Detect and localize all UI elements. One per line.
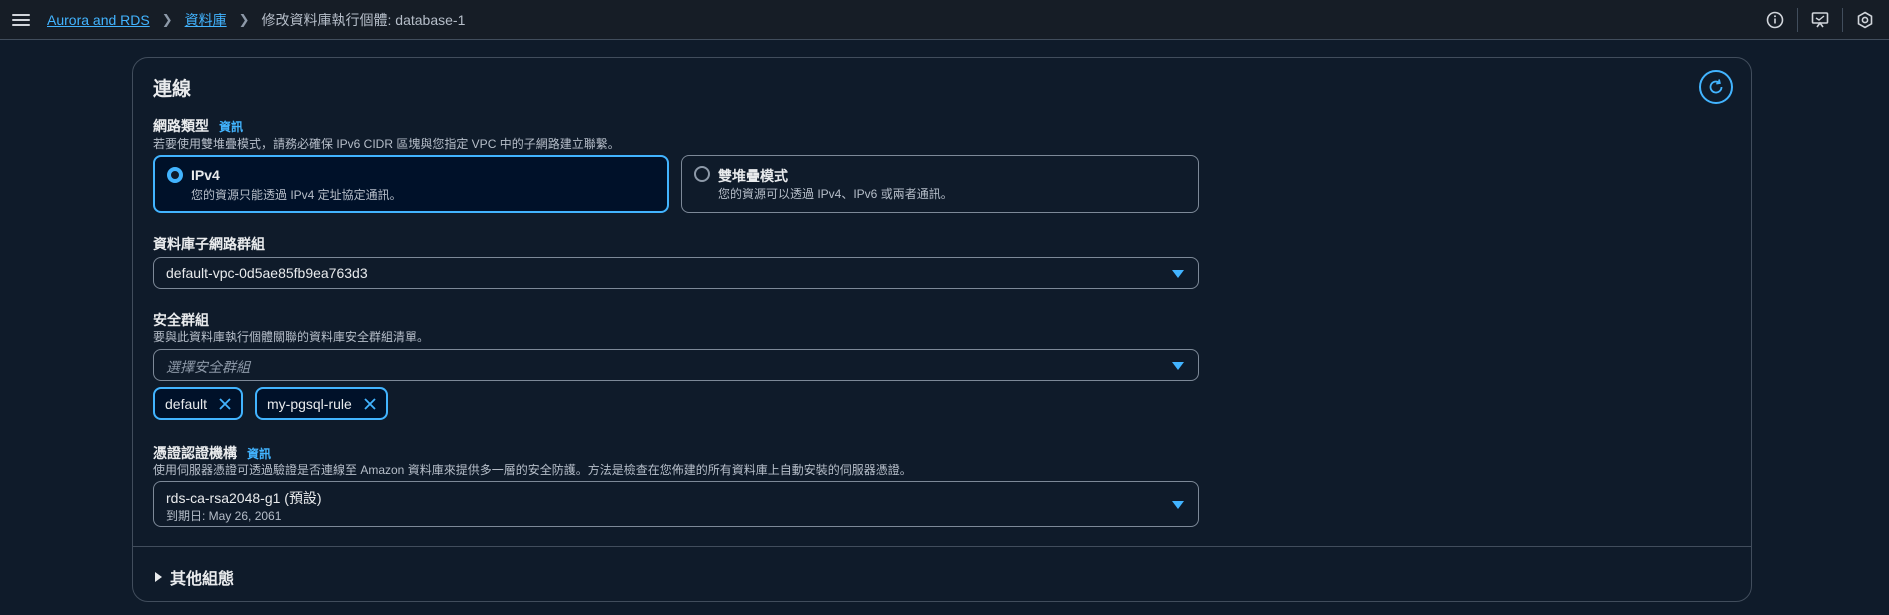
info-icon[interactable] <box>1765 10 1785 30</box>
settings-icon[interactable] <box>1855 10 1875 30</box>
security-group-description: 要與此資料庫執行個體關聯的資料庫安全群組清單。 <box>153 330 430 344</box>
top-navigation-bar: Aurora and RDS ❯ 資料庫 ❯ 修改資料庫執行個體: databa… <box>0 0 1889 40</box>
breadcrumb-aurora-rds[interactable]: Aurora and RDS <box>47 12 150 28</box>
divider <box>1797 8 1798 32</box>
caret-down-icon <box>1172 362 1184 370</box>
subnet-group-value: default-vpc-0d5ae85fb9ea763d3 <box>166 265 368 281</box>
divider <box>133 546 1751 547</box>
refresh-icon <box>1709 79 1723 94</box>
radio-ipv4-description: 您的資源只能透過 IPv4 定址協定通訊。 <box>191 188 402 202</box>
additional-configuration-expander[interactable]: 其他組態 <box>155 565 234 589</box>
certificate-value: rds-ca-rsa2048-g1 (預設) <box>166 490 322 506</box>
network-type-label-text: 網路類型 <box>153 118 209 134</box>
security-group-token: default <box>153 387 244 420</box>
refresh-button[interactable] <box>1699 70 1733 104</box>
security-group-select[interactable]: 選擇安全群組 <box>153 349 1199 381</box>
security-group-label: 安全群組 <box>153 312 209 328</box>
chevron-right-icon: ❯ <box>238 12 250 27</box>
security-group-token: my-pgsql-rule <box>255 387 388 420</box>
radio-dual-stack[interactable]: 雙堆疊模式 您的資源可以透過 IPv4、IPv6 或兩者通訊。 <box>681 155 1199 213</box>
network-type-label: 網路類型 資訊 <box>153 116 243 136</box>
subnet-group-label: 資料庫子網路群組 <box>153 236 265 252</box>
radio-ipv4-title: IPv4 <box>191 167 220 183</box>
certificate-authority-label: 憑證認證機構 資訊 <box>153 443 271 463</box>
caret-down-icon <box>1172 501 1184 509</box>
radio-dual-stack-title: 雙堆疊模式 <box>718 168 788 184</box>
radio-ipv4[interactable]: IPv4 您的資源只能透過 IPv4 定址協定通訊。 <box>153 155 669 213</box>
caret-down-icon <box>1172 270 1184 278</box>
certificate-description: 使用伺服器憑證可透過驗證是否連線至 Amazon 資料庫來提供多一層的安全防護。… <box>153 463 912 477</box>
caret-right-icon <box>155 572 162 582</box>
breadcrumb-current: 修改資料庫執行個體: database-1 <box>261 12 466 28</box>
subnet-group-select[interactable]: default-vpc-0d5ae85fb9ea763d3 <box>153 257 1199 289</box>
token-label: default <box>165 395 208 412</box>
radio-dual-stack-description: 您的資源可以透過 IPv4、IPv6 或兩者通訊。 <box>718 187 953 201</box>
divider <box>1842 8 1843 32</box>
panel-title: 連線 <box>153 79 192 100</box>
breadcrumb: Aurora and RDS ❯ 資料庫 ❯ 修改資料庫執行個體: databa… <box>47 0 465 40</box>
additional-configuration-label: 其他組態 <box>170 571 235 588</box>
close-icon[interactable] <box>362 396 378 412</box>
top-icons <box>1765 0 1875 40</box>
radio-button-icon <box>167 167 183 183</box>
close-icon[interactable] <box>217 396 233 412</box>
certificate-select[interactable]: rds-ca-rsa2048-g1 (預設) 到期日: May 26, 2061 <box>153 481 1199 527</box>
feedback-icon[interactable] <box>1810 10 1830 30</box>
security-group-placeholder: 選擇安全群組 <box>166 359 250 375</box>
network-type-description: 若要使用雙堆疊模式，請務必確保 IPv6 CIDR 區塊與您指定 VPC 中的子… <box>153 137 620 151</box>
certificate-authority-label-text: 憑證認證機構 <box>153 445 237 461</box>
chevron-right-icon: ❯ <box>161 12 173 27</box>
radio-button-icon <box>694 166 710 182</box>
token-label: my-pgsql-rule <box>267 395 352 412</box>
certificate-expiry: 到期日: May 26, 2061 <box>166 509 282 523</box>
menu-icon[interactable] <box>12 11 30 29</box>
breadcrumb-databases[interactable]: 資料庫 <box>185 10 227 30</box>
connectivity-panel: 連線 網路類型 資訊 若要使用雙堆疊模式，請務必確保 IPv6 CIDR 區塊與您… <box>132 57 1752 602</box>
certificate-info-link[interactable]: 資訊 <box>247 447 271 461</box>
network-type-info-link[interactable]: 資訊 <box>219 120 243 134</box>
